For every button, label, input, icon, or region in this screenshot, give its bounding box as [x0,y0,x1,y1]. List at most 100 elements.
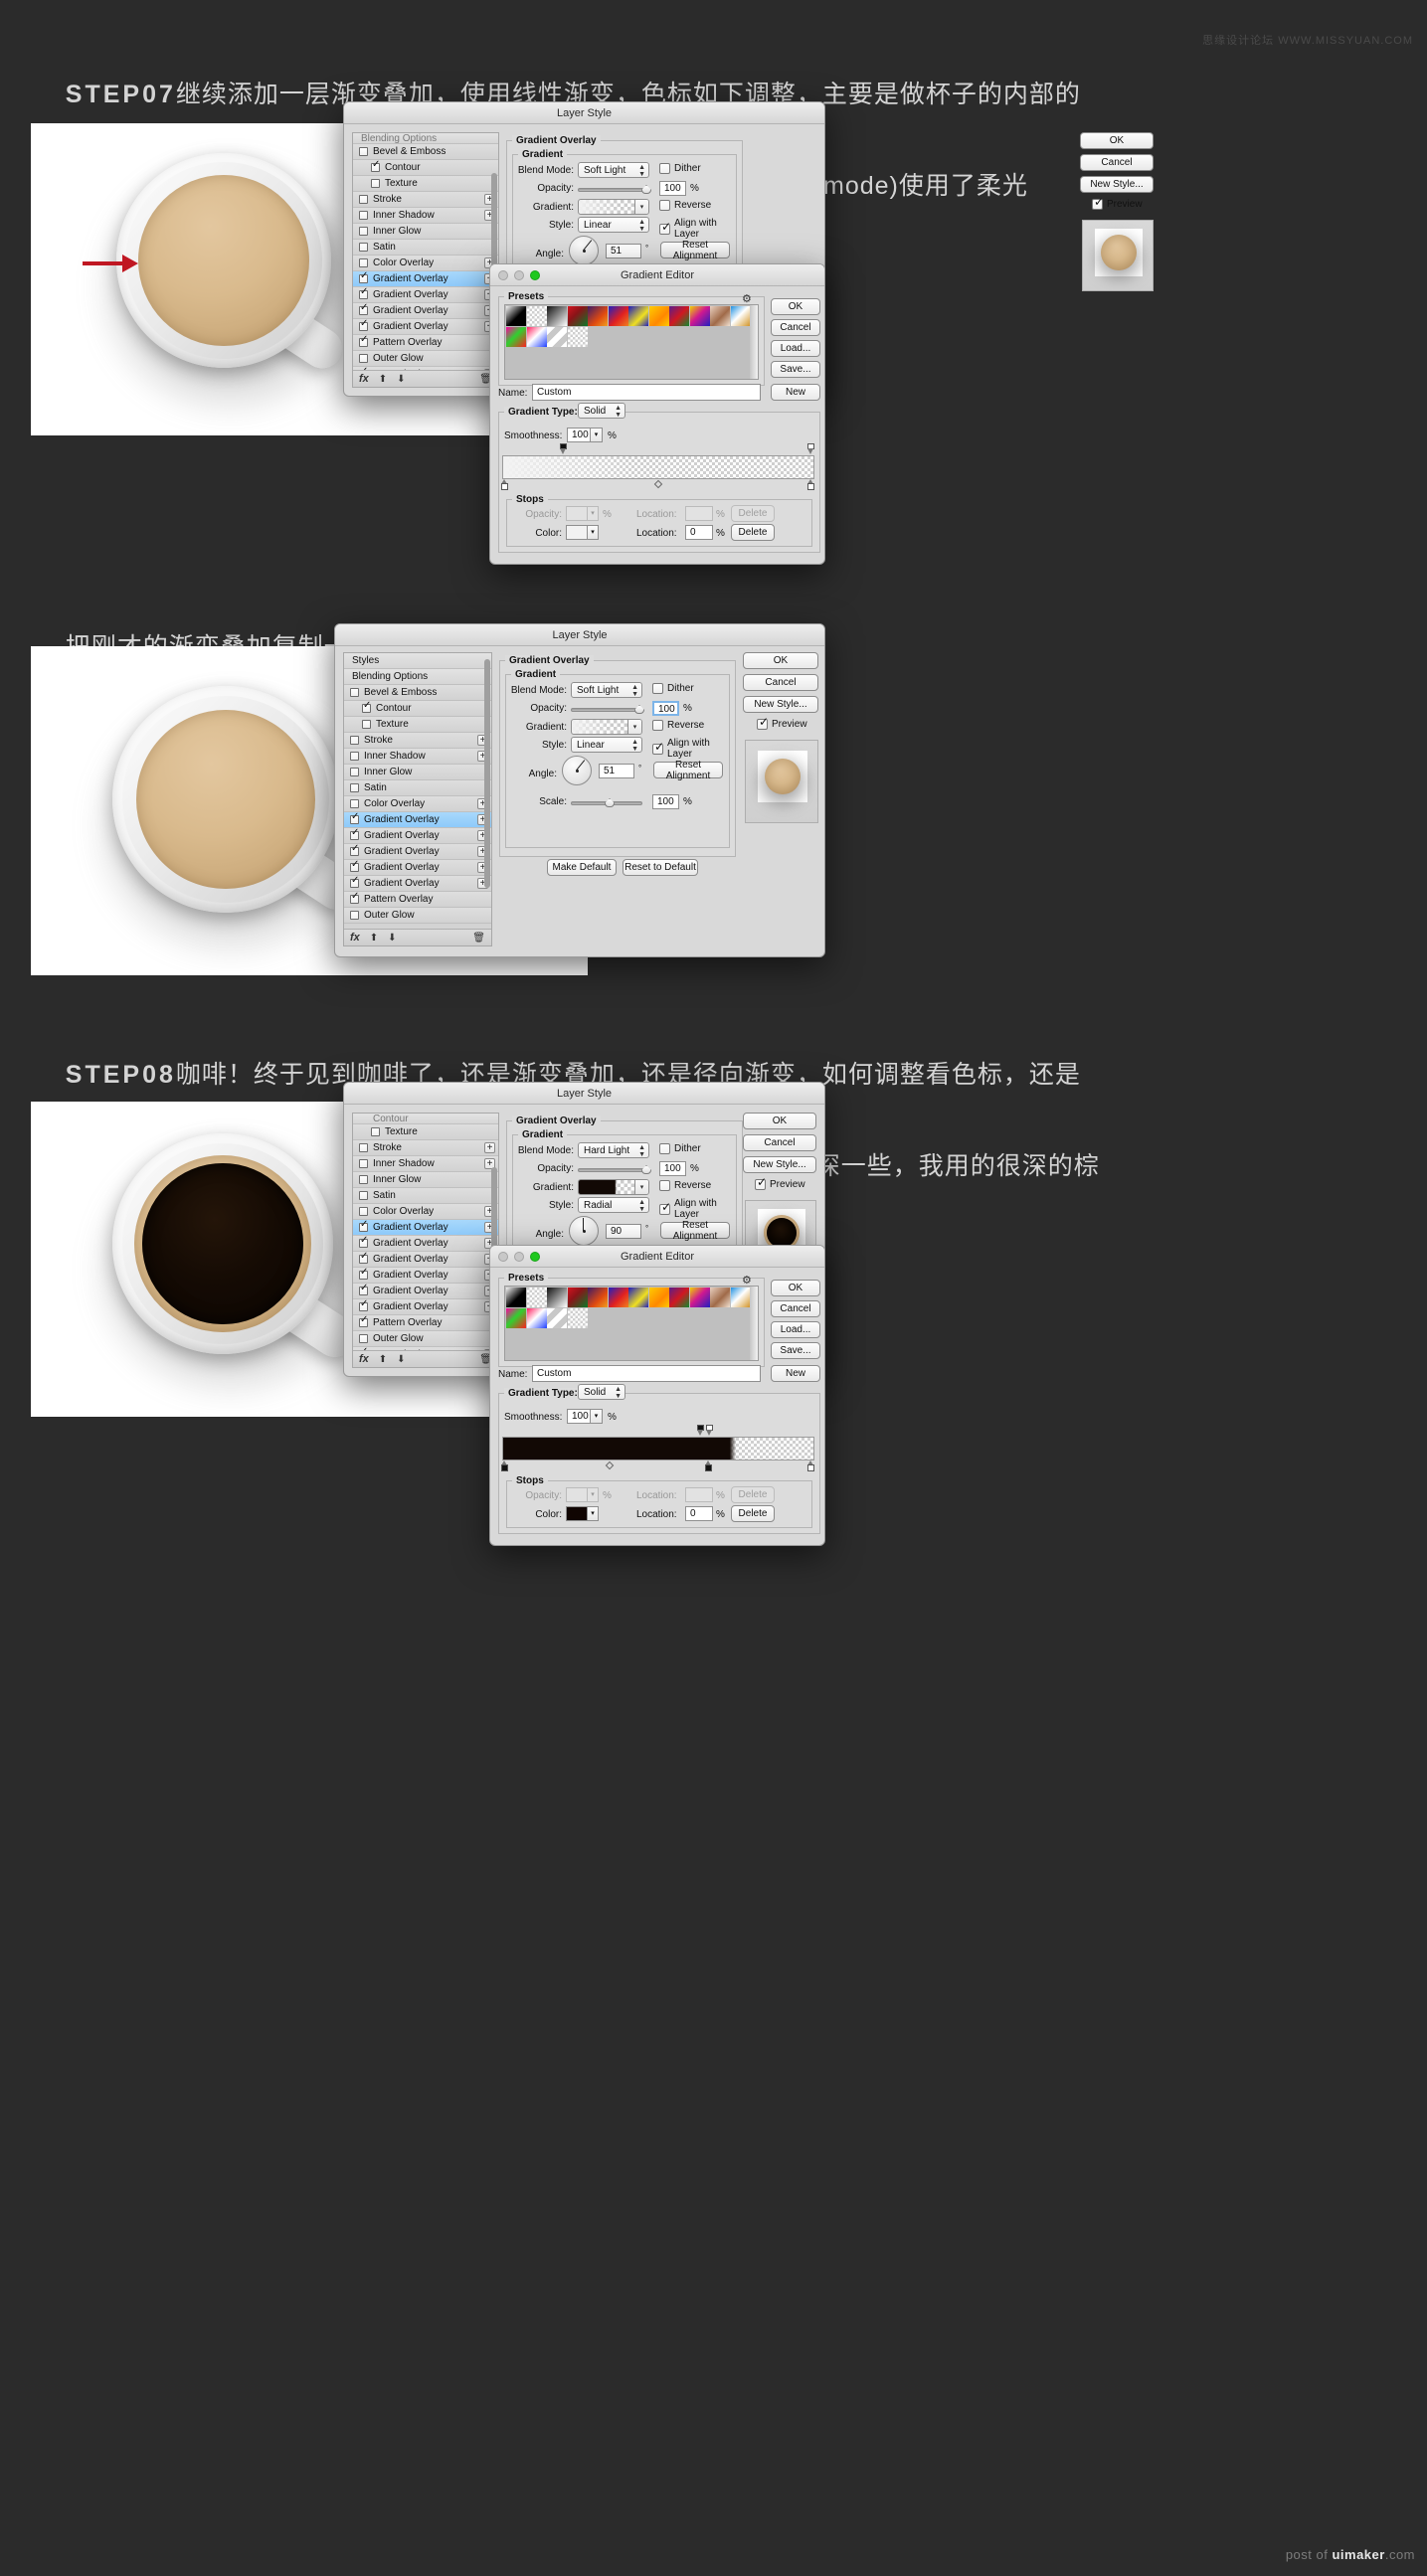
dither-checkbox-box-3[interactable] [659,1143,670,1154]
gradient-preset-swatch[interactable] [526,1288,547,1307]
gradient-preset-swatch[interactable] [588,1288,608,1307]
reverse-checkbox-box-3[interactable] [659,1180,670,1191]
delete-color-stop-button-ge1[interactable]: Delete [731,524,775,541]
styles-list-item[interactable]: Styles [344,653,491,669]
presets-grid-2[interactable] [504,1286,759,1361]
style-enable-checkbox[interactable] [350,768,359,776]
styles-list-item[interactable]: Gradient Overlay+ [353,1220,498,1236]
style-enable-checkbox[interactable] [371,160,380,172]
gradient-preset-swatch[interactable] [669,306,689,326]
gradient-preset-swatch[interactable] [648,306,669,326]
styles-list-item[interactable]: Stroke + [353,192,498,208]
style-enable-checkbox[interactable] [350,736,359,745]
gradient-preset-swatch[interactable] [588,306,608,326]
move-up-icon[interactable]: ⬆ [379,374,387,385]
styles-list-item[interactable]: Outer Glow [353,1331,498,1347]
new-button-ge2[interactable]: New [771,1365,820,1382]
style-enable-checkbox[interactable] [359,211,368,220]
gradient-preset-swatch[interactable] [567,326,588,347]
styles-list-item[interactable]: Gradient Overlay+ [353,319,498,335]
color-stop-dropdown-icon-ge1[interactable]: ▾ [588,525,599,540]
reverse-checkbox-1[interactable]: Reverse [659,200,711,211]
preview-checkbox-3[interactable]: Preview [755,1176,805,1190]
styles-list-item[interactable]: Satin [344,780,491,796]
reset-alignment-button-1[interactable]: Reset Alignment [660,240,730,261]
cancel-button-1[interactable]: Cancel [1080,154,1154,171]
styles-list-item[interactable]: Blending Options [344,669,491,685]
style-enable-checkbox[interactable] [371,1127,380,1136]
gradient-preset-swatch[interactable] [669,1288,689,1307]
style-enable-checkbox[interactable] [359,1284,368,1295]
color-stop-dropdown-icon-ge2[interactable]: ▾ [588,1506,599,1521]
gradient-dropdown-icon-3[interactable]: ▾ [634,1180,648,1194]
smoothness-dropdown-icon-ge1[interactable]: ▾ [591,428,603,442]
dither-checkbox-box-1[interactable] [659,163,670,174]
gradient-preset-swatch[interactable] [526,326,547,347]
layer-style-dialog-2[interactable]: Layer Style Styles Blending Options Bevel … [334,623,825,957]
color-stop-bottom-ge2b[interactable] [704,1460,713,1472]
styles-list-item[interactable]: Inner Shadow + [353,208,498,224]
angle-dial-3[interactable] [569,1216,599,1246]
presets-scrollbar-1[interactable] [750,305,758,379]
gradient-overlay-panel-2[interactable]: Gradient Overlay Gradient Blend Mode: So… [499,652,736,883]
style-enable-checkbox[interactable] [359,1315,368,1327]
styles-list-item[interactable]: Gradient Overlay+ [344,828,491,844]
gradient-preset-swatch[interactable] [547,306,567,326]
preview-checkbox-2[interactable]: Preview [757,716,807,730]
style-enable-checkbox[interactable] [359,1191,368,1200]
gradient-preset-swatch[interactable] [506,1307,526,1328]
styles-list-item[interactable]: Bevel & Emboss [353,144,498,160]
move-down-icon[interactable]: ⬇ [397,1354,405,1365]
close-button-icon[interactable] [498,270,508,280]
styles-list-3[interactable]: Contour Texture Stroke + Inner Shadow + Inner… [352,1113,499,1368]
opacity-stop-top-ge2a[interactable] [696,1425,705,1436]
style-select-2[interactable]: Linear ▲ ▼ [571,737,642,753]
blend-mode-select-1[interactable]: Soft Light ▲ ▼ [578,162,649,178]
gradient-preset-swatch[interactable] [567,1307,588,1328]
styles-list-item[interactable]: Contour [353,160,498,176]
align-with-layer-checkbox-2[interactable]: Align with Layer [652,738,736,760]
ok-button-2[interactable]: OK [743,652,818,669]
style-enable-checkbox[interactable] [359,1175,368,1184]
gradient-type-select-ge1[interactable]: Solid ▲ ▼ [578,403,625,419]
gradient-preset-swatch[interactable] [689,306,710,326]
zoom-button-icon[interactable] [530,270,540,280]
gradient-preset-swatch[interactable] [648,1288,669,1307]
gradient-dropdown-icon-1[interactable]: ▾ [634,200,648,214]
load-button-ge1[interactable]: Load... [771,340,820,357]
color-stop-color-swatch-ge2[interactable] [566,1506,588,1521]
gradient-preset-swatch[interactable] [526,306,547,326]
styles-list-item[interactable]: Gradient Overlay+ [353,287,498,303]
dither-checkbox-2[interactable]: Dither [652,683,694,694]
style-select-3[interactable]: Radial ▲ ▼ [578,1197,649,1213]
opacity-slider-1[interactable] [578,188,649,192]
traffic-lights-2[interactable] [498,1252,540,1262]
styles-list-item[interactable]: Gradient Overlay+ [353,1268,498,1284]
style-enable-checkbox[interactable] [359,243,368,252]
minimize-button-icon[interactable] [514,1252,524,1262]
styles-list-item[interactable]: Color Overlay + [344,796,491,812]
reverse-checkbox-3[interactable]: Reverse [659,1180,711,1191]
styles-list-item[interactable]: Contour [344,701,491,717]
styles-list-1-items[interactable]: Bevel & EmbossContourTextureStroke+Inner… [353,144,498,387]
reverse-checkbox-box-2[interactable] [652,720,663,731]
styles-list-3-items[interactable]: Texture Stroke + Inner Shadow + Inner Glow Sat… [353,1124,498,1367]
styles-list-item[interactable]: Satin [353,1188,498,1204]
new-style-button-2[interactable]: New Style... [743,696,818,713]
styles-list-item[interactable]: Gradient Overlay+ [344,812,491,828]
styles-list-item[interactable]: Inner Glow [353,224,498,240]
gradient-editor-dialog-2[interactable]: Gradient Editor Presets ⚙ OK Cancel Load… [489,1245,825,1546]
styles-list-item[interactable]: Inner Glow [344,765,491,780]
move-down-icon[interactable]: ⬇ [397,374,405,385]
style-enable-checkbox[interactable] [359,1268,368,1280]
presets-scrollbar-2[interactable] [750,1287,758,1360]
smoothness-dropdown-icon-ge2[interactable]: ▾ [591,1409,603,1424]
new-button-ge1[interactable]: New [771,384,820,401]
gradient-swatch-1[interactable]: ▾ [578,199,649,215]
trash-icon[interactable]: 🗑 [472,933,485,944]
align-with-layer-checkbox-box-1[interactable] [659,221,671,235]
smoothness-input-ge1[interactable]: 100 [567,428,591,442]
style-enable-checkbox[interactable] [359,335,368,347]
new-style-button-3[interactable]: New Style... [743,1156,816,1173]
styles-list-item[interactable]: Stroke + [344,733,491,749]
